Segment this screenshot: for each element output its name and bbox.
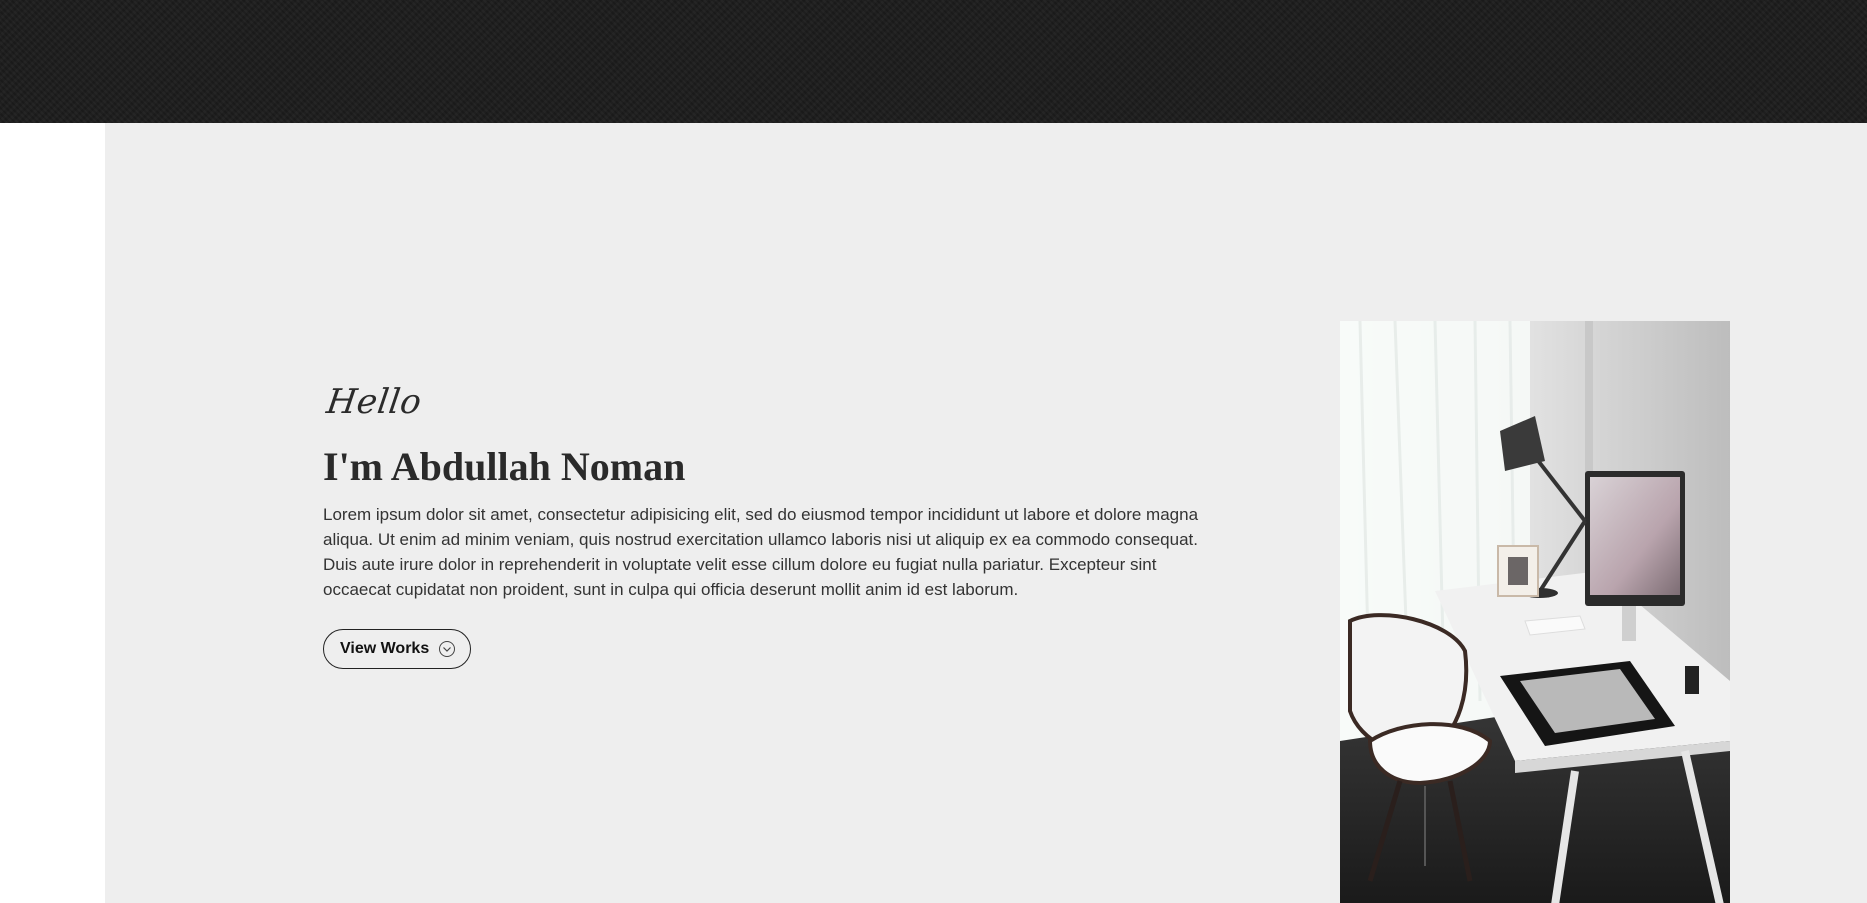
view-works-button[interactable]: View Works	[323, 629, 472, 669]
bio-paragraph: Lorem ipsum dolor sit amet, consectetur …	[323, 505, 1199, 599]
view-works-label: View Works	[340, 640, 430, 657]
greeting-text: Hello	[324, 382, 425, 422]
header-band	[0, 0, 1867, 123]
intro-block: Hello I'm Abdullah Noman Lorem ipsum dol…	[323, 380, 1203, 669]
workspace-photo	[1340, 321, 1730, 903]
hero-section: Hello I'm Abdullah Noman Lorem ipsum dol…	[105, 123, 1867, 903]
chevron-down-icon	[438, 640, 456, 658]
page-title: I'm Abdullah Noman	[323, 444, 686, 489]
